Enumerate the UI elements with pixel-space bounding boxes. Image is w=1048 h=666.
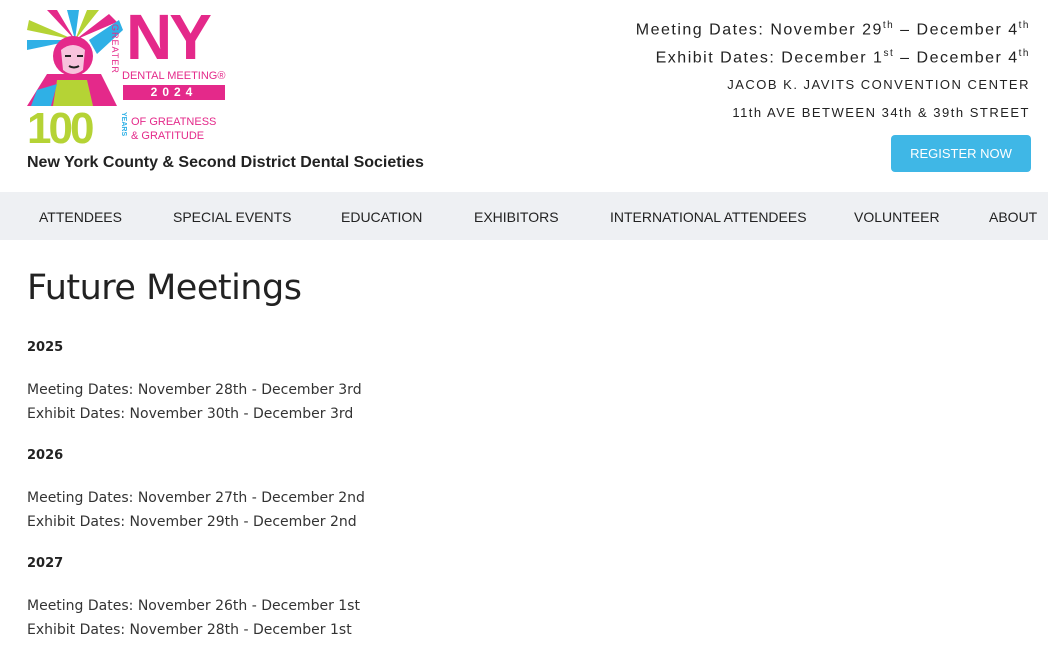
logo-dental-meeting-text: DENTAL MEETING® bbox=[122, 70, 226, 82]
logo-year-text: 2024 bbox=[123, 85, 225, 100]
nav-item-education[interactable]: EDUCATION bbox=[341, 192, 422, 240]
meeting-dates-text: Meeting Dates: November 26th - December … bbox=[27, 598, 360, 614]
venue-name: JACOB K. JAVITS CONVENTION CENTER bbox=[727, 76, 1030, 92]
greater-ny-dental-meeting-logo[interactable]: GREATER NY DENTAL MEETING® 2024 100 YEAR… bbox=[27, 1, 227, 153]
exhibit-dates-text: Exhibit Dates: November 30th - December … bbox=[27, 406, 354, 422]
logo-years-text: YEARS bbox=[120, 112, 127, 137]
main-nav: ATTENDEES SPECIAL EVENTS EDUCATION EXHIB… bbox=[0, 192, 1048, 240]
logo-100-text: 100 bbox=[27, 104, 94, 153]
venue-address: 11th AVE BETWEEN 34th & 39th STREET bbox=[732, 104, 1030, 120]
meeting-dates-text: Meeting Dates: November 27th - December … bbox=[27, 490, 365, 506]
nav-item-about[interactable]: ABOUT bbox=[989, 192, 1037, 240]
exhibit-dates-suffix-1: st bbox=[883, 48, 895, 60]
meeting-dates: Meeting Dates: November 29th – December … bbox=[636, 14, 1030, 42]
exhibit-dates-text: Exhibit Dates: November 28th - December … bbox=[27, 622, 352, 638]
exhibit-dates-text: Exhibit Dates: November 29th - December … bbox=[27, 514, 357, 530]
meeting-dates-list: Meeting Dates: November 27th - December … bbox=[27, 486, 927, 534]
nav-item-international-attendees[interactable]: INTERNATIONAL ATTENDEES bbox=[610, 192, 807, 240]
meeting-dates-start: Meeting Dates: November 29 bbox=[635, 21, 883, 39]
nav-item-volunteer[interactable]: VOLUNTEER bbox=[854, 192, 940, 240]
meeting-dates-suffix-2: th bbox=[1018, 20, 1030, 31]
meeting-dates-suffix-1: th bbox=[882, 20, 895, 31]
register-now-button[interactable]: REGISTER NOW bbox=[891, 135, 1031, 172]
site-header: GREATER NY DENTAL MEETING® 2024 100 YEAR… bbox=[0, 0, 1048, 192]
logo-ny-text: NY bbox=[126, 1, 212, 73]
main-content: Future Meetings 2025 Meeting Dates: Nove… bbox=[27, 262, 927, 642]
logo-tagline-2: & GRATITUDE bbox=[131, 130, 205, 142]
meeting-dates-list: Meeting Dates: November 28th - December … bbox=[27, 378, 927, 426]
event-info: Meeting Dates: November 29th – December … bbox=[636, 14, 1030, 123]
statue-of-liberty-icon bbox=[27, 10, 123, 106]
meeting-year-block: 2025 Meeting Dates: November 28th - Dece… bbox=[27, 338, 927, 426]
exhibit-dates-suffix-2: th bbox=[1018, 48, 1030, 60]
meeting-dates-end: – December 4 bbox=[894, 21, 1019, 39]
nav-item-special-events[interactable]: SPECIAL EVENTS bbox=[173, 192, 292, 240]
logo-greater-text: GREATER bbox=[110, 24, 120, 74]
meeting-year-block: 2026 Meeting Dates: November 27th - Dece… bbox=[27, 446, 927, 534]
nav-item-attendees[interactable]: ATTENDEES bbox=[39, 192, 122, 240]
meeting-year: 2025 bbox=[27, 340, 64, 355]
page-title: Future Meetings bbox=[27, 268, 302, 308]
meeting-year-block: 2027 Meeting Dates: November 26th - Dece… bbox=[27, 554, 927, 642]
meeting-year: 2027 bbox=[27, 556, 64, 571]
meeting-year: 2026 bbox=[27, 448, 64, 463]
society-name: New York County & Second District Dental… bbox=[27, 154, 424, 171]
logo-tagline-1: OF GREATNESS bbox=[131, 116, 217, 128]
exhibit-dates-end: – December 4 bbox=[894, 49, 1019, 67]
nav-item-exhibitors[interactable]: EXHIBITORS bbox=[474, 192, 559, 240]
exhibit-dates-start: Exhibit Dates: December 1 bbox=[655, 49, 884, 67]
meeting-dates-list: Meeting Dates: November 26th - December … bbox=[27, 594, 927, 642]
meeting-dates-text: Meeting Dates: November 28th - December … bbox=[27, 382, 362, 398]
exhibit-dates: Exhibit Dates: December 1st – December 4… bbox=[636, 42, 1030, 70]
